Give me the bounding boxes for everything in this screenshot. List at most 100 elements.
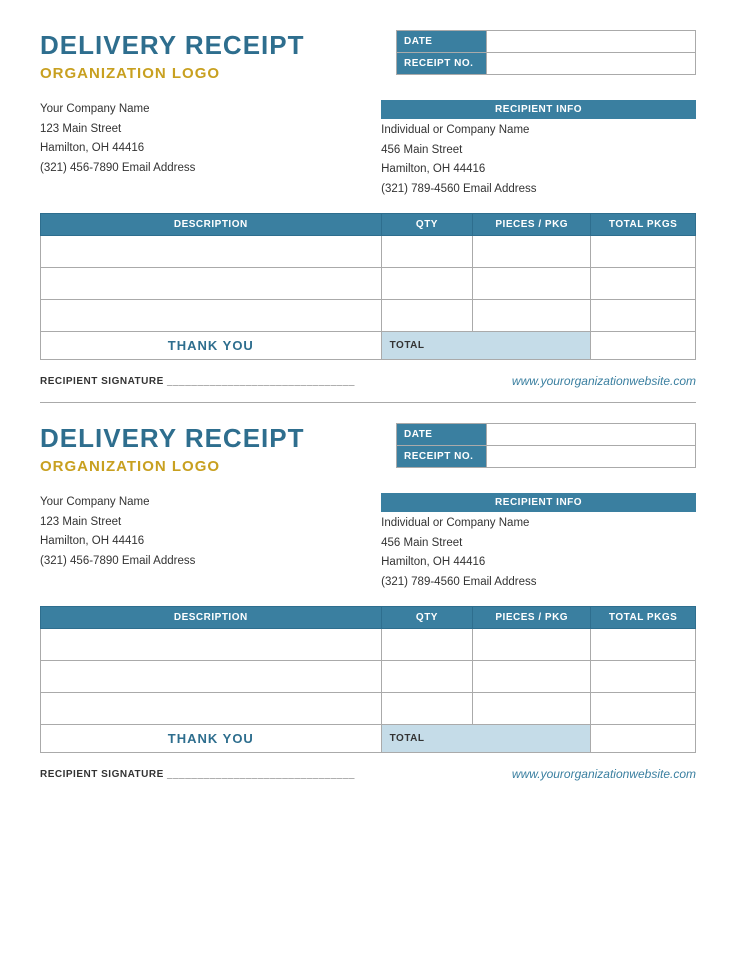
receipt-no-label-2: RECEIPT NO. <box>397 446 487 468</box>
recipient-header-2: RECIPIENT INFO <box>381 493 696 512</box>
items-table-2: DESCRIPTION QTY PIECES / PKG TOTAL PKGS <box>40 606 696 753</box>
receipt-no-label-1: RECEIPT NO. <box>397 53 487 75</box>
recipient-phone-1: (321) 789-4560 Email Address <box>381 180 696 200</box>
table-row <box>41 236 696 268</box>
qty-cell[interactable] <box>381 693 473 725</box>
receipt-no-value-2[interactable] <box>486 446 695 468</box>
col-description-1: DESCRIPTION <box>41 214 382 236</box>
recipient-info-1: Individual or Company Name 456 Main Stre… <box>381 121 696 199</box>
pkg-cell[interactable] <box>473 661 591 693</box>
total-label-1: TOTAL <box>381 332 591 360</box>
top-section-2: DELIVERY RECEIPT ORGANIZATION LOGO DATE … <box>40 423 696 475</box>
date-receipt-table-1: DATE RECEIPT NO. <box>396 30 696 75</box>
total-cell[interactable] <box>591 236 696 268</box>
date-receipt-table-2: DATE RECEIPT NO. <box>396 423 696 468</box>
recipient-company-1: Individual or Company Name <box>381 121 696 141</box>
signature-section-1: RECIPIENT SIGNATURE ____________________… <box>40 374 696 388</box>
qty-cell[interactable] <box>381 300 473 332</box>
info-section-2: Your Company Name 123 Main Street Hamilt… <box>40 493 696 592</box>
thank-you-2: THANK YOU <box>41 725 382 753</box>
total-cell[interactable] <box>591 629 696 661</box>
total-cell[interactable] <box>591 693 696 725</box>
col-pkg-1: PIECES / PKG <box>473 214 591 236</box>
table-row <box>41 693 696 725</box>
desc-cell[interactable] <box>41 268 382 300</box>
title-area-2: DELIVERY RECEIPT ORGANIZATION LOGO <box>40 423 305 475</box>
delivery-receipt-title-2: DELIVERY RECEIPT <box>40 423 305 454</box>
top-section-1: DELIVERY RECEIPT ORGANIZATION LOGO DATE … <box>40 30 696 82</box>
signature-label-1: RECIPIENT SIGNATURE ____________________… <box>40 376 355 387</box>
table-row <box>41 629 696 661</box>
total-cell[interactable] <box>591 661 696 693</box>
total-value-1[interactable] <box>591 332 696 360</box>
total-value-2[interactable] <box>591 725 696 753</box>
date-value-2[interactable] <box>486 424 695 446</box>
sender-city-1: Hamilton, OH 44416 <box>40 139 355 159</box>
recipient-area-1: RECIPIENT INFO Individual or Company Nam… <box>381 100 696 199</box>
website-2: www.yourorganizationwebsite.com <box>512 767 696 781</box>
qty-cell[interactable] <box>381 629 473 661</box>
recipient-street-1: 456 Main Street <box>381 141 696 161</box>
qty-cell[interactable] <box>381 661 473 693</box>
desc-cell[interactable] <box>41 300 382 332</box>
sender-street-1: 123 Main Street <box>40 120 355 140</box>
info-section-1: Your Company Name 123 Main Street Hamilt… <box>40 100 696 199</box>
total-cell[interactable] <box>591 268 696 300</box>
total-label-2: TOTAL <box>381 725 591 753</box>
sender-phone-1: (321) 456-7890 Email Address <box>40 159 355 179</box>
table-row <box>41 268 696 300</box>
col-qty-2: QTY <box>381 607 473 629</box>
org-logo-2: ORGANIZATION LOGO <box>40 458 305 475</box>
desc-cell[interactable] <box>41 693 382 725</box>
recipient-phone-2: (321) 789-4560 Email Address <box>381 573 696 593</box>
pkg-cell[interactable] <box>473 629 591 661</box>
recipient-header-1: RECIPIENT INFO <box>381 100 696 119</box>
pkg-cell[interactable] <box>473 268 591 300</box>
receipt-no-value-1[interactable] <box>486 53 695 75</box>
sender-company-2: Your Company Name <box>40 493 355 513</box>
sender-info-1: Your Company Name 123 Main Street Hamilt… <box>40 100 355 199</box>
date-label-2: DATE <box>397 424 487 446</box>
recipient-info-2: Individual or Company Name 456 Main Stre… <box>381 514 696 592</box>
section-divider <box>40 402 696 403</box>
desc-cell[interactable] <box>41 236 382 268</box>
sender-phone-2: (321) 456-7890 Email Address <box>40 552 355 572</box>
recipient-city-1: Hamilton, OH 44416 <box>381 160 696 180</box>
signature-label-2: RECIPIENT SIGNATURE ____________________… <box>40 769 355 780</box>
qty-cell[interactable] <box>381 236 473 268</box>
col-total-1: TOTAL PKGS <box>591 214 696 236</box>
col-total-2: TOTAL PKGS <box>591 607 696 629</box>
recipient-street-2: 456 Main Street <box>381 534 696 554</box>
recipient-area-2: RECIPIENT INFO Individual or Company Nam… <box>381 493 696 592</box>
title-area-1: DELIVERY RECEIPT ORGANIZATION LOGO <box>40 30 305 82</box>
sender-city-2: Hamilton, OH 44416 <box>40 532 355 552</box>
delivery-receipt-title-1: DELIVERY RECEIPT <box>40 30 305 61</box>
sender-info-2: Your Company Name 123 Main Street Hamilt… <box>40 493 355 592</box>
pkg-cell[interactable] <box>473 236 591 268</box>
table-row <box>41 661 696 693</box>
date-label-1: DATE <box>397 31 487 53</box>
pkg-cell[interactable] <box>473 693 591 725</box>
signature-section-2: RECIPIENT SIGNATURE ____________________… <box>40 767 696 781</box>
col-description-2: DESCRIPTION <box>41 607 382 629</box>
total-row-2: THANK YOU TOTAL <box>41 725 696 753</box>
receipt-2: DELIVERY RECEIPT ORGANIZATION LOGO DATE … <box>40 423 696 781</box>
desc-cell[interactable] <box>41 629 382 661</box>
recipient-city-2: Hamilton, OH 44416 <box>381 553 696 573</box>
col-qty-1: QTY <box>381 214 473 236</box>
pkg-cell[interactable] <box>473 300 591 332</box>
website-1: www.yourorganizationwebsite.com <box>512 374 696 388</box>
total-row-1: THANK YOU TOTAL <box>41 332 696 360</box>
qty-cell[interactable] <box>381 268 473 300</box>
desc-cell[interactable] <box>41 661 382 693</box>
items-table-1: DESCRIPTION QTY PIECES / PKG TOTAL PKGS <box>40 213 696 360</box>
receipt-1: DELIVERY RECEIPT ORGANIZATION LOGO DATE … <box>40 30 696 388</box>
total-cell[interactable] <box>591 300 696 332</box>
col-pkg-2: PIECES / PKG <box>473 607 591 629</box>
sender-street-2: 123 Main Street <box>40 513 355 533</box>
recipient-company-2: Individual or Company Name <box>381 514 696 534</box>
table-row <box>41 300 696 332</box>
date-value-1[interactable] <box>486 31 695 53</box>
sender-company-1: Your Company Name <box>40 100 355 120</box>
org-logo-1: ORGANIZATION LOGO <box>40 65 305 82</box>
